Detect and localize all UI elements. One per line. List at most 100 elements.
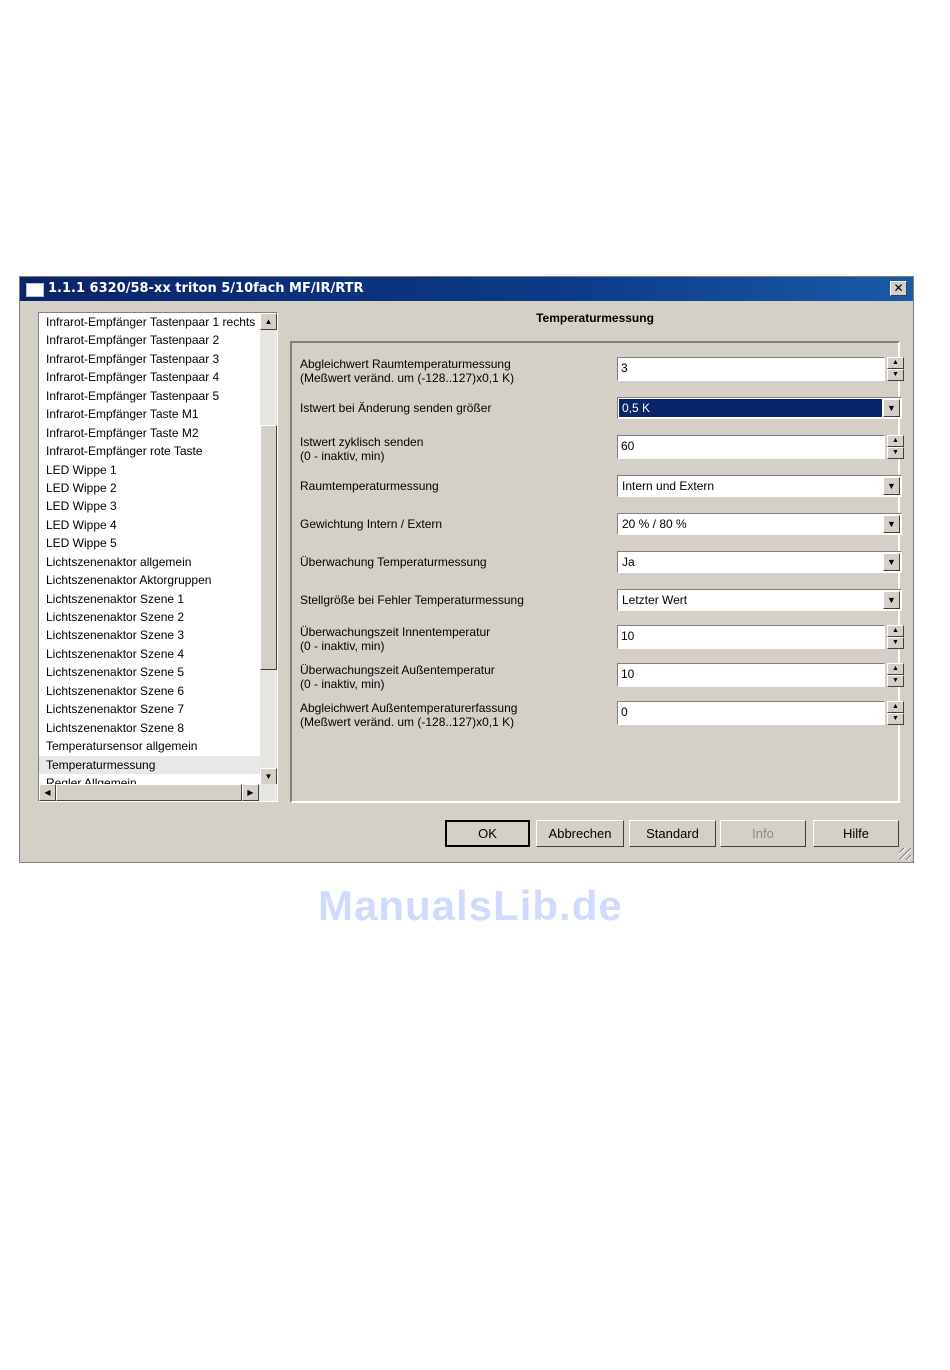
spin-up-arrow-icon[interactable]: ▲ <box>887 663 904 675</box>
parameter-label-line1: Überwachungszeit Innentemperatur <box>300 625 491 639</box>
spin-down-arrow-icon[interactable]: ▼ <box>887 713 904 725</box>
dropdown-value: 0,5 K <box>619 399 882 417</box>
tree-items: Infrarot-Empfänger Tastenpaar 1 rechts In… <box>39 313 261 785</box>
tree-item[interactable]: Infrarot-Empfänger Taste M1 <box>39 405 261 423</box>
dropdown-select[interactable]: 0,5 K ▼ <box>617 397 902 419</box>
parameter-label-line2: (0 - inaktiv, min) <box>300 449 385 463</box>
watermark: ManualsLib.de <box>318 882 623 929</box>
parameter-label-line2: (0 - inaktiv, min) <box>300 677 385 691</box>
info-button[interactable]: Info <box>720 820 806 847</box>
tree-item[interactable]: LED Wippe 1 <box>39 461 261 479</box>
ok-button[interactable]: OK <box>445 820 530 847</box>
parameter-label-line1: Stellgröße bei Fehler Temperaturmessung <box>300 593 524 607</box>
tree-horizontal-scrollbar[interactable]: ◀ ▶ <box>39 784 277 801</box>
parameter-label-line1: Abgleichwert Raumtemperaturmessung <box>300 357 511 371</box>
scroll-down-arrow-icon[interactable]: ▼ <box>260 768 277 785</box>
parameter-label: Abgleichwert Raumtemperaturmessung (Meßwe… <box>300 357 514 385</box>
tree-vertical-scrollbar[interactable]: ▲ ▼ <box>260 313 277 785</box>
spin-down-arrow-icon[interactable]: ▼ <box>887 447 904 459</box>
tree-item[interactable]: Infrarot-Empfänger Tastenpaar 5 <box>39 387 261 405</box>
parameter-label: Raumtemperaturmessung <box>300 479 439 493</box>
tree-item[interactable]: Lichtszenenaktor Szene 3 <box>39 626 261 644</box>
parameter-label-line1: Abgleichwert Außentemperaturerfassung <box>300 701 518 715</box>
chevron-down-icon[interactable]: ▼ <box>883 477 900 495</box>
spin-control: 3 ▲ ▼ <box>617 357 904 381</box>
tree-item[interactable]: Infrarot-Empfänger Tastenpaar 4 <box>39 368 261 386</box>
spin-up-arrow-icon[interactable]: ▲ <box>887 625 904 637</box>
tree-item[interactable]: Infrarot-Empfänger rote Taste <box>39 442 261 460</box>
tree-horizontal-scroll-thumb[interactable] <box>56 784 242 801</box>
dropdown-select[interactable]: 20 % / 80 % ▼ <box>617 513 902 535</box>
parameter-label: Überwachungszeit Außentemperatur (0 - ina… <box>300 663 495 691</box>
dropdown-select[interactable]: Ja ▼ <box>617 551 902 573</box>
close-button[interactable]: ✕ <box>890 281 907 296</box>
parameter-label: Stellgröße bei Fehler Temperaturmessung <box>300 593 524 607</box>
tree-item[interactable]: Lichtszenenaktor Aktorgruppen <box>39 571 261 589</box>
standard-button[interactable]: Standard <box>629 820 716 847</box>
parameter-label-line2: (Meßwert veränd. um (-128..127)x0,1 K) <box>300 371 515 385</box>
dropdown-value: 20 % / 80 % <box>622 517 687 531</box>
window-title: 1.1.1 6320/58-xx triton 5/10fach MF/IR/R… <box>48 281 364 296</box>
spin-up-arrow-icon[interactable]: ▲ <box>887 435 904 447</box>
tree-item[interactable]: Lichtszenenaktor allgemein <box>39 553 261 571</box>
panel-title: Temperaturmessung <box>536 311 654 325</box>
spin-input[interactable]: 10 <box>617 663 885 687</box>
tree-item[interactable]: Infrarot-Empfänger Taste M2 <box>39 424 261 442</box>
tree-item[interactable]: Lichtszenenaktor Szene 8 <box>39 719 261 737</box>
spin-input[interactable]: 10 <box>617 625 885 649</box>
tree-item[interactable]: Lichtszenenaktor Szene 4 <box>39 645 261 663</box>
parameter-label: Abgleichwert Außentemperaturerfassung (Me… <box>300 701 517 729</box>
tree-item[interactable]: Temperaturmessung <box>39 755 261 774</box>
dropdown-select[interactable]: Letzter Wert ▼ <box>617 589 902 611</box>
spin-down-arrow-icon[interactable]: ▼ <box>887 369 904 381</box>
parameter-label-line1: Gewichtung Intern / Extern <box>300 517 443 531</box>
scroll-left-arrow-icon[interactable]: ◀ <box>39 784 56 801</box>
parameter-label: Überwachungszeit Innentemperatur (0 - ina… <box>300 625 490 653</box>
dialog-window: 1.1.1 6320/58-xx triton 5/10fach MF/IR/R… <box>19 276 914 929</box>
spin-input[interactable]: 3 <box>617 357 885 381</box>
spin-up-arrow-icon[interactable]: ▲ <box>887 357 904 369</box>
tree-item[interactable]: LED Wippe 3 <box>39 497 261 515</box>
dropdown-value: Ja <box>622 555 635 569</box>
chevron-down-icon[interactable]: ▼ <box>883 553 900 571</box>
resize-grip-icon[interactable] <box>899 848 911 860</box>
scroll-right-arrow-icon[interactable]: ▶ <box>242 784 259 801</box>
chevron-down-icon[interactable]: ▼ <box>883 591 900 609</box>
tree-item[interactable]: Lichtszenenaktor Szene 6 <box>39 682 261 700</box>
tree-item[interactable]: LED Wippe 4 <box>39 516 261 534</box>
help-button[interactable]: Hilfe <box>813 820 899 847</box>
spin-control: 60 ▲ ▼ <box>617 435 904 459</box>
spin-down-arrow-icon[interactable]: ▼ <box>887 637 904 649</box>
chevron-down-icon[interactable]: ▼ <box>883 399 900 417</box>
tree-item[interactable]: LED Wippe 5 <box>39 534 261 552</box>
tree-vertical-scroll-thumb[interactable] <box>260 425 277 670</box>
tree-item[interactable]: Infrarot-Empfänger Tastenpaar 2 <box>39 331 261 349</box>
spin-control: 10 ▲ ▼ <box>617 663 904 687</box>
spin-up-arrow-icon[interactable]: ▲ <box>887 701 904 713</box>
spin-control: 0 ▲ ▼ <box>617 701 904 725</box>
parameter-label-line1: Raumtemperaturmessung <box>300 479 439 493</box>
tree-item[interactable]: Lichtszenenaktor Szene 2 <box>39 608 261 626</box>
parameter-label-line2: (0 - inaktiv, min) <box>300 639 385 653</box>
dropdown-value: Letzter Wert <box>622 593 688 607</box>
parameter-label: Gewichtung Intern / Extern <box>300 517 442 531</box>
spin-input[interactable]: 0 <box>617 701 885 725</box>
parameter-tree: Infrarot-Empfänger Tastenpaar 1 rechts In… <box>38 312 278 802</box>
tree-item[interactable]: Lichtszenenaktor Szene 5 <box>39 663 261 681</box>
spin-input[interactable]: 60 <box>617 435 885 459</box>
chevron-down-icon[interactable]: ▼ <box>883 515 900 533</box>
scroll-up-arrow-icon[interactable]: ▲ <box>260 313 277 330</box>
tree-item[interactable]: Temperatursensor allgemein <box>39 737 261 755</box>
tree-item[interactable]: LED Wippe 2 <box>39 479 261 497</box>
spin-down-arrow-icon[interactable]: ▼ <box>887 675 904 687</box>
tree-item[interactable]: Lichtszenenaktor Szene 7 <box>39 700 261 718</box>
parameter-label: Überwachung Temperaturmessung <box>300 555 487 569</box>
dropdown-select[interactable]: Intern und Extern ▼ <box>617 475 902 497</box>
cancel-button[interactable]: Abbrechen <box>536 820 624 847</box>
tree-item[interactable]: Infrarot-Empfänger Tastenpaar 3 <box>39 350 261 368</box>
tree-item[interactable]: Infrarot-Empfänger Tastenpaar 1 rechts <box>39 313 261 331</box>
title-bar[interactable]: 1.1.1 6320/58-xx triton 5/10fach MF/IR/R… <box>20 277 913 301</box>
parameter-label-line1: Istwert bei Änderung senden größer <box>300 401 492 415</box>
parameter-label-line1: Überwachung Temperaturmessung <box>300 555 487 569</box>
tree-item[interactable]: Lichtszenenaktor Szene 1 <box>39 590 261 608</box>
